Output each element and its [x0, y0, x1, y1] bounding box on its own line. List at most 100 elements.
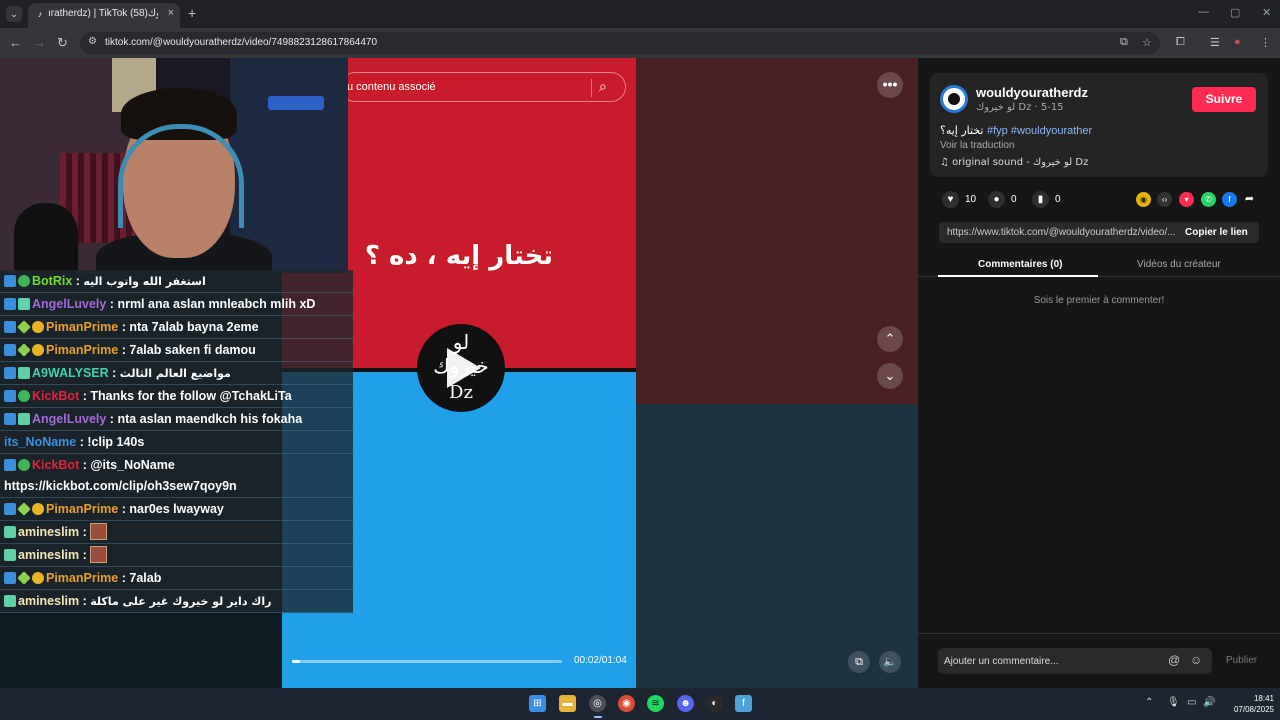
share-icon[interactable]: ➦: [1242, 192, 1257, 207]
chat-separator: :: [79, 594, 91, 608]
chat-separator: :: [118, 343, 130, 357]
creator-username[interactable]: wouldyouratherdz: [976, 85, 1088, 100]
maximize-icon[interactable]: ▢: [1230, 6, 1240, 19]
embed-icon[interactable]: ‹›: [1157, 192, 1172, 207]
chat-message: amineslim :: [0, 521, 353, 544]
spotify-icon[interactable]: ≋: [647, 695, 664, 712]
chat-text: Thanks for the follow @TchakLiTa: [90, 389, 292, 403]
empty-comments-message: Sois le premier à commenter!: [1033, 295, 1165, 306]
tray-expand-icon[interactable]: ⌃: [1145, 697, 1153, 708]
publish-button[interactable]: Publier: [1226, 655, 1257, 666]
new-tab-button[interactable]: +: [188, 5, 196, 21]
search-icon[interactable]: ⌕: [599, 78, 607, 95]
like-button[interactable]: ♥ 10: [942, 191, 976, 208]
floating-player-icon[interactable]: ⧉: [848, 651, 870, 673]
translate-link[interactable]: Voir la traduction: [940, 140, 1015, 151]
chat-username[interactable]: amineslim: [18, 548, 79, 562]
menu-icon[interactable]: ⋮: [1260, 36, 1271, 49]
chat-username[interactable]: PimanPrime: [46, 343, 118, 357]
file-explorer-icon[interactable]: ▬: [559, 695, 576, 712]
more-options-button[interactable]: •••: [877, 72, 903, 98]
video-link[interactable]: https://www.tiktok.com/@wouldyouratherdz…: [947, 227, 1175, 238]
copy-link-button[interactable]: Copier le lien: [1185, 227, 1248, 238]
chat-username[interactable]: KickBot: [32, 389, 79, 403]
chat-text: 7alab: [129, 571, 162, 585]
chat-username[interactable]: AngelLuvely: [32, 297, 106, 311]
chat-text: nar0es lwayway: [129, 502, 224, 516]
chat-username[interactable]: KickBot: [32, 458, 79, 472]
mention-icon[interactable]: @: [1168, 653, 1180, 667]
comment-input[interactable]: Ajouter un commentaire... @ ☺: [938, 648, 1212, 674]
network-icon[interactable]: ▭: [1187, 697, 1196, 708]
chat-username[interactable]: AngelLuvely: [32, 412, 106, 426]
sound-link[interactable]: ♫ original sound - لو خيروك Dz: [940, 157, 1088, 168]
progress-bar[interactable]: [292, 660, 562, 663]
tab-creator-videos[interactable]: Vidéos du créateur: [1137, 259, 1221, 270]
reload-icon[interactable]: ↻: [57, 35, 68, 51]
windows-start-icon[interactable]: ⊞: [529, 695, 546, 712]
comment-button[interactable]: ● 0: [988, 191, 1017, 208]
chat-text: nrml ana aslan mnleabch mlih xD: [117, 297, 316, 311]
chat-badge-gold-icon: [32, 503, 44, 515]
forward-icon[interactable]: →: [33, 35, 46, 50]
tab-close-icon[interactable]: ×: [168, 7, 174, 19]
volume-tray-icon[interactable]: 🔊: [1203, 697, 1215, 708]
chat-badge-gold-icon: [32, 572, 44, 584]
send-icon[interactable]: ▾: [1179, 192, 1194, 207]
avatar[interactable]: [940, 85, 968, 113]
chat-username[interactable]: PimanPrime: [46, 571, 118, 585]
discord-icon[interactable]: ☻: [677, 695, 694, 712]
progress-fill: [292, 660, 301, 663]
address-bar[interactable]: ⚙ tiktok.com/@wouldyouratherdz/video/749…: [80, 32, 1160, 54]
chrome-icon[interactable]: ◉: [618, 695, 635, 712]
obs-icon[interactable]: ◐: [706, 695, 723, 712]
clock-date: 07/08/2025: [1233, 705, 1274, 714]
chat-username[interactable]: BotRix: [32, 274, 72, 288]
chat-username[interactable]: its_NoName: [4, 435, 76, 449]
minimize-icon[interactable]: —: [1198, 6, 1209, 18]
previous-video-button[interactable]: ⌃: [877, 326, 903, 352]
back-icon[interactable]: ←: [9, 35, 22, 50]
save-button[interactable]: ▮ 0: [1032, 191, 1061, 208]
chat-badge-ver-icon: [18, 459, 30, 471]
play-icon[interactable]: [447, 348, 481, 388]
tab-comments[interactable]: Commentaires (0): [978, 259, 1062, 270]
bookmark-star-icon[interactable]: ☆: [1142, 36, 1152, 49]
whatsapp-icon[interactable]: ✆: [1201, 192, 1216, 207]
volume-icon[interactable]: 🔈: [879, 651, 901, 673]
related-search-input[interactable]: u contenu associé ⌕: [340, 72, 626, 102]
profile-icon[interactable]: ●: [1234, 36, 1241, 48]
chat-link[interactable]: https://kickbot.com/clip/oh3sew7qoy9n: [4, 475, 237, 497]
description-hashtags[interactable]: #fyp #wouldyourather: [987, 125, 1092, 137]
channel-logo: لو خيروك Dz: [417, 324, 505, 412]
app-icon[interactable]: f: [735, 695, 752, 712]
chat-username[interactable]: A9WALYSER: [32, 366, 109, 380]
chat-username[interactable]: amineslim: [18, 594, 79, 608]
search-divider: [591, 79, 592, 97]
chat-username[interactable]: PimanPrime: [46, 320, 118, 334]
next-video-button[interactable]: ⌄: [877, 363, 903, 389]
site-info-icon[interactable]: ⚙: [88, 36, 97, 47]
tab-tiktok[interactable]: ♪ ıratherdz) | TikTok لو خيروك(58) ×: [28, 3, 180, 28]
close-window-icon[interactable]: ✕: [1262, 6, 1271, 19]
emoji-icon[interactable]: ☺: [1190, 653, 1202, 667]
chat-separator: :: [72, 274, 84, 288]
tab-search-icon[interactable]: ⌄: [6, 6, 22, 22]
coin-icon[interactable]: ◉: [1136, 192, 1151, 207]
chat-line: PimanPrime : nar0es lwayway: [4, 498, 224, 520]
microphone-tray-icon[interactable]: 🎙: [1167, 697, 1180, 708]
url-text[interactable]: tiktok.com/@wouldyouratherdz/video/74988…: [105, 37, 377, 48]
chat-username[interactable]: amineslim: [18, 525, 79, 539]
video-link-box: https://www.tiktok.com/@wouldyouratherdz…: [939, 222, 1259, 243]
chat-username[interactable]: PimanPrime: [46, 502, 118, 516]
clock[interactable]: 18:41 07/08/2025: [1222, 693, 1274, 715]
chat-badge-og-icon: [18, 298, 30, 310]
chat-badge-vip-icon: [17, 320, 31, 334]
toolbar: ← → ↻ ⚙ tiktok.com/@wouldyouratherdz/vid…: [0, 28, 1280, 58]
install-app-icon[interactable]: ⧉: [1120, 36, 1128, 49]
tab-search-list-icon[interactable]: ☰: [1210, 36, 1220, 49]
chrome-active-icon[interactable]: ◎: [589, 695, 606, 712]
extensions-icon[interactable]: ⧠: [1176, 36, 1185, 49]
facebook-icon[interactable]: f: [1222, 192, 1237, 207]
follow-button[interactable]: Suivre: [1192, 87, 1256, 112]
